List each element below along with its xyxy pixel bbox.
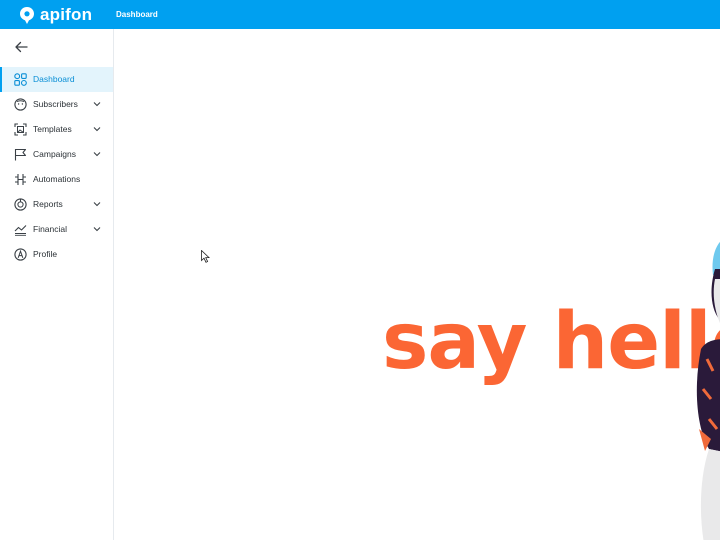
subscribers-icon bbox=[14, 98, 27, 111]
financial-icon bbox=[14, 225, 27, 236]
apifon-logo-text: apifon bbox=[40, 5, 93, 24]
top-bar: apifon Dashboard bbox=[0, 0, 720, 29]
automations-icon bbox=[15, 174, 26, 185]
apifon-logo-icon bbox=[20, 6, 34, 24]
sidebar-item-label: Campaigns bbox=[33, 149, 76, 159]
sidebar-item-label: Templates bbox=[33, 124, 72, 134]
say-hello-banner: say hello bbox=[382, 297, 720, 387]
sidebar-item-label: Financial bbox=[33, 224, 68, 234]
chevron-down-icon[interactable] bbox=[93, 151, 101, 157]
reports-icon bbox=[14, 198, 27, 211]
sidebar-item-label: Subscribers bbox=[33, 99, 78, 109]
sidebar-item-reports[interactable]: Reports bbox=[0, 192, 113, 217]
sidebar-item-profile[interactable]: Profile bbox=[0, 242, 113, 267]
sidebar: Dashboard Subscribers Templates Campaign… bbox=[0, 29, 114, 540]
sidebar-item-automations[interactable]: Automations bbox=[0, 167, 113, 192]
chevron-down-icon[interactable] bbox=[93, 226, 101, 232]
sidebar-item-subscribers[interactable]: Subscribers bbox=[0, 92, 113, 117]
mouse-cursor-icon bbox=[201, 250, 210, 263]
templates-icon bbox=[14, 123, 27, 136]
campaigns-icon bbox=[14, 148, 27, 161]
sidebar-item-label: Reports bbox=[33, 199, 63, 209]
sidebar-item-campaigns[interactable]: Campaigns bbox=[0, 142, 113, 167]
dashboard-icon bbox=[14, 73, 27, 86]
person-illustration bbox=[696, 241, 720, 540]
chevron-down-icon[interactable] bbox=[93, 201, 101, 207]
sidebar-item-dashboard[interactable]: Dashboard bbox=[0, 67, 113, 92]
sidebar-item-label: Dashboard bbox=[33, 74, 75, 84]
back-arrow-icon[interactable] bbox=[13, 40, 29, 54]
sidebar-item-financial[interactable]: Financial bbox=[0, 217, 113, 242]
breadcrumb[interactable]: Dashboard bbox=[116, 10, 158, 20]
sidebar-item-label: Automations bbox=[33, 174, 81, 184]
profile-icon bbox=[14, 248, 27, 261]
chevron-down-icon[interactable] bbox=[93, 126, 101, 132]
chevron-down-icon[interactable] bbox=[93, 101, 101, 107]
main-content: say hello bbox=[114, 29, 720, 540]
apifon-logo[interactable]: apifon bbox=[19, 5, 92, 25]
sidebar-nav: Dashboard Subscribers Templates Campaign… bbox=[0, 67, 113, 267]
sidebar-item-templates[interactable]: Templates bbox=[0, 117, 113, 142]
sidebar-item-label: Profile bbox=[33, 249, 58, 259]
